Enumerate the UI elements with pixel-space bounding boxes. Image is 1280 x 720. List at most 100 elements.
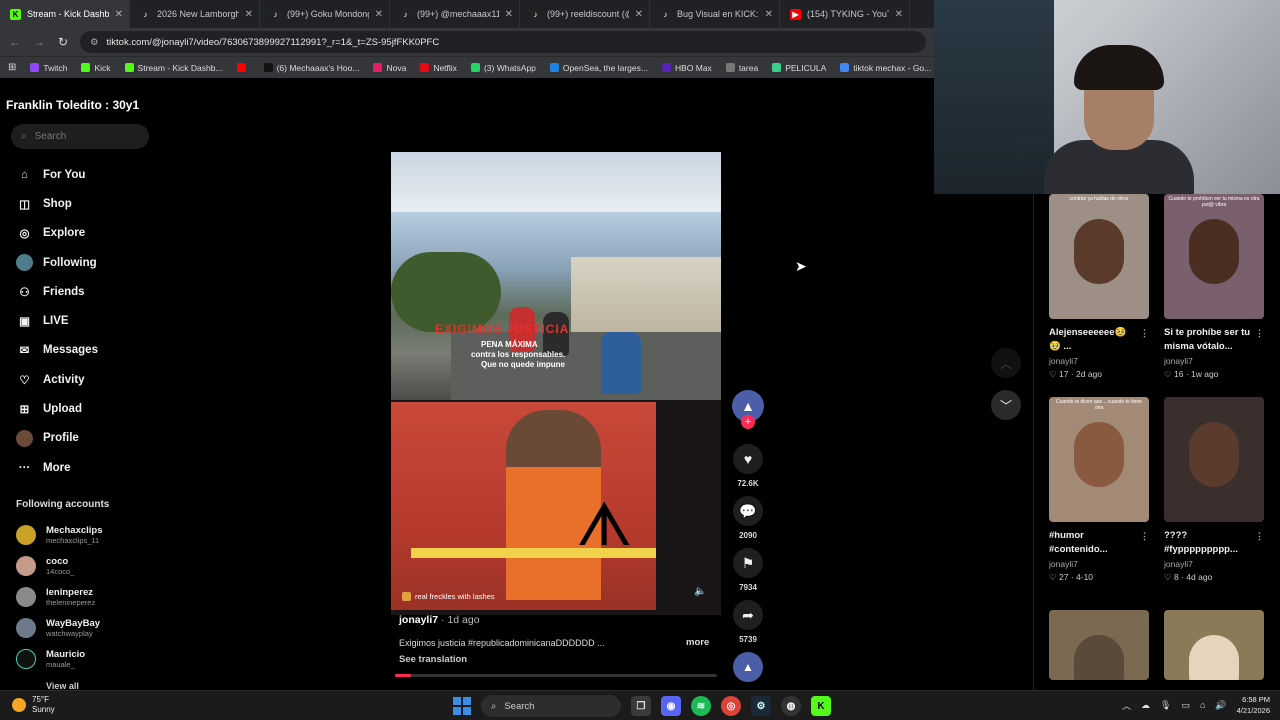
- video-thumbnail[interactable]: [1164, 610, 1264, 680]
- grid-video-card[interactable]: [1049, 610, 1149, 680]
- video-thumbnail[interactable]: contrás ya hablas de otros: [1049, 194, 1149, 319]
- grid-video-card[interactable]: ???? #fyppppppppp... ⋮ jonayli7 ♡ 8 · 4d ag…: [1164, 397, 1264, 583]
- chrome-icon[interactable]: ◎: [721, 696, 741, 716]
- windows-start-icon[interactable]: [453, 697, 471, 715]
- sidebar-item-upload[interactable]: ⊞ Upload: [16, 394, 166, 423]
- sidebar-item-more[interactable]: ··· More: [16, 453, 166, 482]
- grid-video-author[interactable]: jonayli7: [1164, 356, 1264, 366]
- tab-close-icon[interactable]: ✕: [115, 9, 123, 20]
- url-field[interactable]: ⚙ tiktok.com/@jonayli7/video/76306738999…: [80, 31, 926, 53]
- video-player[interactable]: ᗑ EXIGIMOS JUSTICIA PENA MÁXIMA contra l…: [391, 152, 721, 615]
- bookmark-item[interactable]: PELICULA: [772, 63, 826, 73]
- sound-chip[interactable]: real freckles with lashes: [402, 589, 495, 603]
- caption-more-button[interactable]: more: [686, 637, 709, 648]
- bookmark-item[interactable]: tarea: [725, 63, 758, 73]
- more-options-icon[interactable]: ⋮: [1255, 326, 1264, 340]
- sidebar-item-friends[interactable]: ⚇ Friends: [16, 277, 166, 306]
- browser-tab[interactable]: ♪ (99+) Goku Mondongo ✕: [260, 0, 390, 28]
- tab-close-icon[interactable]: ✕: [375, 9, 383, 20]
- sidebar-item-explore[interactable]: ◎ Explore: [16, 219, 166, 248]
- bookmark-item[interactable]: Netflix: [420, 63, 457, 73]
- tray-overflow-icon[interactable]: ︿: [1122, 699, 1131, 712]
- previous-video-button[interactable]: ︿: [991, 348, 1021, 378]
- obs-icon[interactable]: ◍: [781, 696, 801, 716]
- sidebar-item-activity[interactable]: ♡ Activity: [16, 365, 166, 394]
- browser-tab[interactable]: ♪ (99+) reeldiscount (@ ✕: [520, 0, 650, 28]
- tab-close-icon[interactable]: ✕: [635, 9, 643, 20]
- steam-icon[interactable]: ⚙: [751, 696, 771, 716]
- video-author[interactable]: jonayli7: [399, 614, 438, 626]
- volume-icon[interactable]: 🔈: [694, 586, 706, 597]
- sidebar-item-live[interactable]: ▣ LIVE: [16, 306, 166, 335]
- bookmark-item[interactable]: tiktok mechax - Go...: [840, 63, 931, 73]
- grid-video-author[interactable]: jonayli7: [1049, 356, 1149, 366]
- browser-tab[interactable]: ♪ (99+) @mechaaax11 # ✕: [390, 0, 520, 28]
- follow-plus-icon[interactable]: +: [741, 415, 755, 429]
- bookmark-item[interactable]: Nova: [373, 63, 406, 73]
- following-account[interactable]: leninperez thelenineperez: [16, 582, 166, 613]
- discord-icon[interactable]: ◉: [661, 696, 681, 716]
- clock[interactable]: 6:58 PM 4/21/2026: [1237, 694, 1270, 716]
- grid-video-card[interactable]: contrás ya hablas de otros Alejenseeeeee🥹…: [1049, 194, 1149, 380]
- following-account[interactable]: Mechaxclips mechaxclips_11: [16, 520, 166, 551]
- sidebar-item-messages[interactable]: ✉ Messages: [16, 336, 166, 365]
- browser-tab[interactable]: ♪ Bug Visual en KICK: "Co ✕: [650, 0, 780, 28]
- more-options-icon[interactable]: ⋮: [1140, 529, 1149, 543]
- bookmark-item[interactable]: [236, 63, 250, 72]
- forward-icon[interactable]: →: [32, 35, 46, 49]
- network-icon[interactable]: ⌂: [1200, 700, 1205, 710]
- bookmark-item[interactable]: OpenSea, the larges...: [549, 63, 648, 73]
- bookmark-item[interactable]: Stream - Kick Dashb...: [124, 63, 223, 73]
- more-options-icon[interactable]: ⋮: [1255, 529, 1264, 543]
- video-thumbnail[interactable]: Cuando te prohíben ser tu misma es otra …: [1164, 194, 1264, 319]
- taskbar-search[interactable]: ⌕ Search: [481, 695, 621, 717]
- bookmark-item[interactable]: (3) WhatsApp: [470, 63, 536, 73]
- sidebar-item-shop[interactable]: ◫ Shop: [16, 189, 166, 218]
- video-progress-bar[interactable]: [395, 674, 717, 677]
- video-thumbnail[interactable]: Cuando te dicen que... cuando te tiene o…: [1049, 397, 1149, 522]
- share-button[interactable]: ➦: [733, 600, 763, 630]
- see-translation-link[interactable]: See translation: [399, 654, 467, 665]
- sound-disc[interactable]: ▲: [733, 652, 763, 682]
- speaker-icon[interactable]: 🔊: [1215, 700, 1226, 711]
- bookmark-item[interactable]: Kick: [81, 63, 111, 73]
- video-thumbnail[interactable]: [1164, 397, 1264, 522]
- site-info-icon[interactable]: ⚙: [90, 37, 99, 48]
- comment-button[interactable]: 💬: [733, 496, 763, 526]
- spotify-icon[interactable]: ≋: [691, 696, 711, 716]
- microphone-icon[interactable]: 🎙: [1160, 700, 1171, 711]
- tab-close-icon[interactable]: ✕: [245, 9, 253, 20]
- like-button[interactable]: ♥: [733, 444, 763, 474]
- onedrive-icon[interactable]: ☁: [1141, 700, 1150, 711]
- video-thumbnail[interactable]: [1049, 610, 1149, 680]
- apps-grid-icon[interactable]: ⊞: [8, 62, 16, 73]
- more-options-icon[interactable]: ⋮: [1140, 326, 1149, 340]
- reload-icon[interactable]: ↻: [56, 35, 70, 49]
- sidebar-item-following[interactable]: ● Following: [16, 248, 166, 277]
- browser-tab[interactable]: K Stream - Kick Dashboard ✕: [0, 0, 130, 28]
- grid-video-author[interactable]: jonayli7: [1164, 559, 1264, 569]
- back-icon[interactable]: ←: [8, 35, 22, 49]
- browser-tab[interactable]: ♪ 2026 New Lamborghini ✕: [130, 0, 260, 28]
- task-view-icon[interactable]: ❐: [631, 696, 651, 716]
- tab-close-icon[interactable]: ✕: [505, 9, 513, 20]
- kick-icon[interactable]: K: [811, 696, 831, 716]
- sidebar-item-profile[interactable]: ● Profile: [16, 424, 166, 453]
- weather-widget[interactable]: 75°F Sunny: [12, 695, 55, 715]
- display-icon[interactable]: ▭: [1181, 700, 1190, 711]
- tab-close-icon[interactable]: ✕: [765, 9, 773, 20]
- bookmark-item[interactable]: HBO Max: [661, 63, 712, 73]
- bookmark-item[interactable]: Twitch: [30, 63, 67, 73]
- following-account[interactable]: coco 14coco_: [16, 551, 166, 582]
- next-video-button[interactable]: ﹀: [991, 390, 1021, 420]
- following-account[interactable]: WayBayBay watchwayplay: [16, 612, 166, 643]
- tab-close-icon[interactable]: ✕: [895, 9, 903, 20]
- bookmark-item[interactable]: (6) Mechaaax's Hoo...: [263, 63, 359, 73]
- browser-tab[interactable]: ▶ (154) TYKING - YouTube ✕: [780, 0, 910, 28]
- grid-video-card[interactable]: Cuando te dicen que... cuando te tiene o…: [1049, 397, 1149, 583]
- grid-video-card[interactable]: [1164, 610, 1264, 680]
- save-button[interactable]: ⚑: [733, 548, 763, 578]
- creator-avatar[interactable]: ▲ +: [732, 390, 764, 429]
- following-account[interactable]: Mauricio mauale_: [16, 643, 166, 674]
- grid-video-author[interactable]: jonayli7: [1049, 559, 1149, 569]
